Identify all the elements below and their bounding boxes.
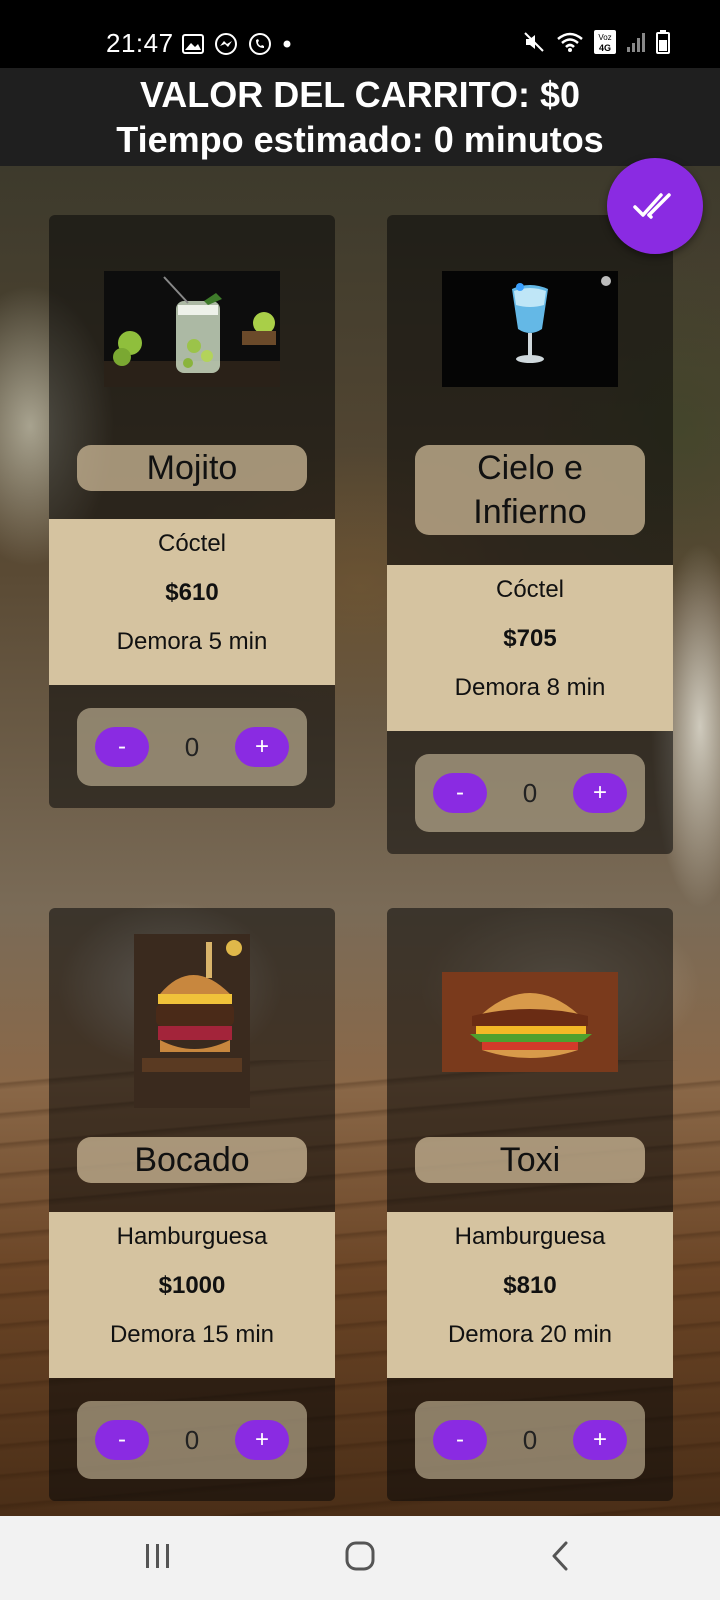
product-card-bocado: Bocado Hamburguesa $1000 Demora 15 min -…	[49, 908, 335, 1501]
wifi-icon	[557, 32, 583, 52]
product-delay: Demora 8 min	[454, 674, 606, 701]
cart-header: VALOR DEL CARRITO: $0 Tiempo estimado: 0…	[0, 68, 720, 166]
decrease-button[interactable]: -	[433, 773, 487, 813]
volte-label-bottom: 4G	[599, 43, 611, 53]
decrease-button[interactable]: -	[95, 1420, 149, 1460]
product-name: Bocado	[77, 1137, 307, 1183]
product-price: $810	[503, 1272, 557, 1299]
status-bar: 21:47 Voz 4G	[0, 0, 720, 68]
product-price: $1000	[158, 1272, 226, 1299]
dot-icon	[283, 40, 291, 48]
product-delay: Demora 20 min	[447, 1321, 613, 1348]
decrease-button[interactable]: -	[95, 727, 149, 767]
product-card-toxi: Toxi Hamburguesa $810 Demora 20 min - 0 …	[387, 908, 673, 1501]
quantity-value: 0	[184, 1425, 200, 1455]
confirm-order-button[interactable]	[607, 158, 703, 254]
product-delay: Demora 5 min	[116, 628, 268, 655]
increase-button[interactable]: +	[573, 1420, 627, 1460]
quantity-stepper: - 0 +	[415, 754, 645, 832]
quantity-stepper: - 0 +	[77, 708, 307, 786]
battery-icon	[656, 30, 670, 54]
product-category: Cóctel	[495, 576, 565, 603]
back-icon[interactable]	[548, 1540, 572, 1572]
product-info: Cóctel $610 Demora 5 min	[49, 519, 335, 685]
product-name: Mojito	[77, 445, 307, 491]
status-right-icons: Voz 4G	[522, 30, 670, 54]
quantity-stepper: - 0 +	[77, 1401, 307, 1479]
volte-icon: Voz4G	[594, 30, 616, 54]
product-name: Cielo e Infierno	[415, 445, 645, 535]
home-icon[interactable]	[344, 1540, 376, 1572]
quantity-value: 0	[184, 732, 200, 762]
whatsapp-icon	[249, 33, 271, 55]
product-image	[134, 934, 250, 1108]
recent-apps-icon[interactable]	[144, 1540, 172, 1572]
decrease-button[interactable]: -	[433, 1420, 487, 1460]
quantity-stepper: - 0 +	[415, 1401, 645, 1479]
estimated-time: Tiempo estimado: 0 minutos	[116, 119, 604, 160]
product-delay: Demora 15 min	[109, 1321, 275, 1348]
volte-label-top: Voz	[598, 33, 611, 42]
signal-icon	[627, 33, 645, 52]
gallery-icon	[182, 34, 204, 54]
product-card-mojito: Mojito Cóctel $610 Demora 5 min - 0 +	[49, 215, 335, 808]
product-image	[104, 271, 280, 387]
product-price: $610	[165, 579, 219, 606]
messenger-icon	[215, 33, 237, 55]
product-category: Hamburguesa	[454, 1223, 606, 1250]
product-card-cielo-e-infierno: Cielo e Infierno Cóctel $705 Demora 8 mi…	[387, 215, 673, 854]
mute-icon	[524, 32, 544, 52]
double-check-icon	[633, 193, 671, 219]
product-price: $705	[503, 625, 557, 652]
status-time: 21:47	[106, 28, 174, 58]
increase-button[interactable]: +	[235, 1420, 289, 1460]
product-name: Toxi	[415, 1137, 645, 1183]
increase-button[interactable]: +	[573, 773, 627, 813]
product-category: Cóctel	[157, 530, 227, 557]
product-info: Hamburguesa $1000 Demora 15 min	[49, 1212, 335, 1378]
product-info: Hamburguesa $810 Demora 20 min	[387, 1212, 673, 1378]
product-info: Cóctel $705 Demora 8 min	[387, 565, 673, 731]
quantity-value: 0	[522, 1425, 538, 1455]
increase-button[interactable]: +	[235, 727, 289, 767]
cart-value: VALOR DEL CARRITO: $0	[139, 74, 581, 115]
quantity-value: 0	[522, 778, 538, 808]
product-image	[442, 271, 618, 387]
product-category: Hamburguesa	[116, 1223, 268, 1250]
navigation-bar	[0, 1516, 720, 1600]
product-image	[442, 972, 618, 1072]
status-left-icons	[182, 32, 292, 56]
